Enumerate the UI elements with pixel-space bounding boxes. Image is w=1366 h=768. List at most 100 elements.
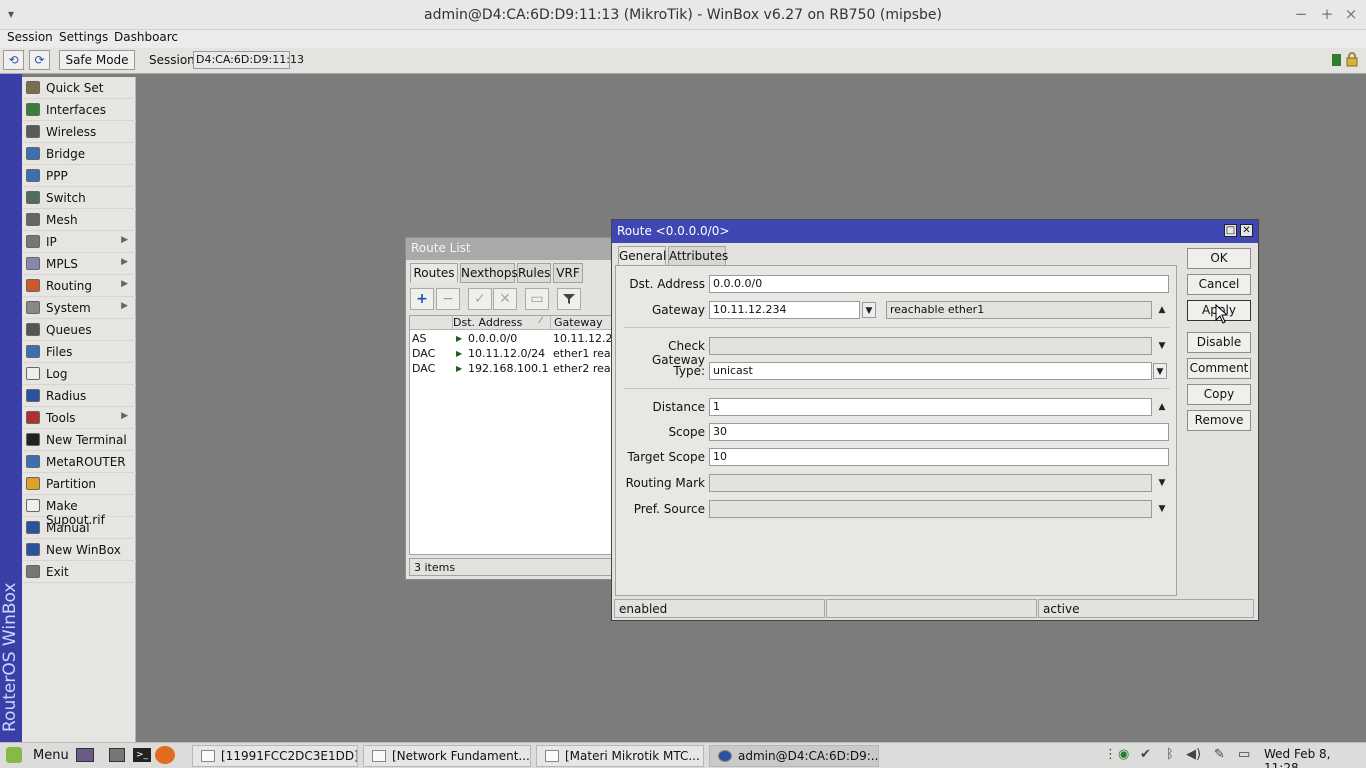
pref-source-input[interactable] bbox=[709, 500, 1152, 518]
sidebar-item-exit[interactable]: Exit bbox=[22, 561, 136, 583]
sidebar-item-interfaces[interactable]: Interfaces bbox=[22, 99, 136, 121]
sidebar-item-partition[interactable]: Partition bbox=[22, 473, 136, 495]
safe-mode-button[interactable]: Safe Mode bbox=[59, 50, 135, 70]
disable-icon[interactable]: ✕ bbox=[493, 288, 517, 310]
check-gateway-dropdown-icon[interactable]: ▼ bbox=[1155, 338, 1169, 354]
firefox-icon[interactable] bbox=[155, 746, 175, 764]
disable-button[interactable]: Disable bbox=[1187, 332, 1251, 353]
type-dropdown-icon[interactable]: ▼ bbox=[1153, 363, 1167, 379]
sidebar-item-routing[interactable]: Routing ▶ bbox=[22, 275, 136, 297]
dst-address-input[interactable]: 0.0.0.0/0 bbox=[709, 275, 1169, 293]
gateway-dropdown-icon[interactable]: ▼ bbox=[862, 302, 876, 318]
window-titlebar: ▾ admin@D4:CA:6D:D9:11:13 (MikroTik) - W… bbox=[0, 0, 1366, 30]
maximize-button[interactable]: + bbox=[1318, 5, 1336, 23]
dialog-close-icon[interactable]: ✕ bbox=[1240, 224, 1253, 237]
session-field[interactable]: D4:CA:6D:D9:11:13 bbox=[193, 51, 304, 69]
sidebar-item-quick-set[interactable]: Quick Set bbox=[22, 77, 136, 99]
shield-check-icon[interactable]: ✔ bbox=[1140, 747, 1151, 762]
sidebar-item-ppp[interactable]: PPP bbox=[22, 165, 136, 187]
route-dialog-title[interactable]: Route <0.0.0.0/0> bbox=[612, 220, 1258, 243]
battery-icon[interactable]: ▭ bbox=[1238, 747, 1250, 762]
pen-icon[interactable]: ✎ bbox=[1214, 747, 1225, 762]
cancel-button[interactable]: Cancel bbox=[1187, 274, 1251, 295]
column-dst-address[interactable]: Dst. Address bbox=[453, 316, 522, 329]
copy-button[interactable]: Copy bbox=[1187, 384, 1251, 405]
type-select[interactable]: unicast bbox=[709, 362, 1152, 380]
sidebar-item-files[interactable]: Files bbox=[22, 341, 136, 363]
add-icon[interactable]: + bbox=[410, 288, 434, 310]
task-pdf[interactable]: [11991FCC2DC3E1DD] bbox=[192, 745, 358, 767]
gateway-updown-icon[interactable]: ▲ bbox=[1155, 302, 1169, 318]
mint-menu-icon[interactable] bbox=[6, 747, 22, 763]
task-network-fundamentals[interactable]: [Network Fundament... bbox=[363, 745, 531, 767]
sidebar-item-new-terminal[interactable]: New Terminal bbox=[22, 429, 136, 451]
comment-button[interactable]: Comment bbox=[1187, 358, 1251, 379]
undo-button[interactable]: ⟲ bbox=[3, 50, 24, 70]
sidebar-item-log[interactable]: Log bbox=[22, 363, 136, 385]
ok-button[interactable]: OK bbox=[1187, 248, 1251, 269]
sidebar-item-manual[interactable]: Manual bbox=[22, 517, 136, 539]
tab-general[interactable]: General bbox=[618, 246, 666, 266]
dialog-maximize-icon[interactable]: □ bbox=[1224, 224, 1237, 237]
sidebar-item-label: Bridge bbox=[46, 147, 86, 161]
menu-session[interactable]: Session bbox=[7, 30, 53, 44]
scope-input[interactable]: 30 bbox=[709, 423, 1169, 441]
bluetooth-icon[interactable]: ᛒ bbox=[1166, 747, 1174, 762]
route-list-title[interactable]: Route List bbox=[406, 238, 619, 260]
filter-icon[interactable] bbox=[557, 288, 581, 310]
sidebar-item-switch[interactable]: Switch bbox=[22, 187, 136, 209]
ip-icon bbox=[26, 235, 40, 248]
sidebar-item-make-supout-rif[interactable]: Make Supout.rif bbox=[22, 495, 136, 527]
sidebar-item-ip[interactable]: IP ▶ bbox=[22, 231, 136, 253]
sidebar-item-mpls[interactable]: MPLS ▶ bbox=[22, 253, 136, 275]
check-gateway-input[interactable] bbox=[709, 337, 1152, 355]
workspace-icon[interactable] bbox=[76, 748, 94, 762]
route-flags: DAC bbox=[412, 362, 436, 375]
close-button[interactable]: × bbox=[1342, 5, 1360, 23]
comment-icon[interactable]: ▭ bbox=[525, 288, 549, 310]
pref-source-dropdown-icon[interactable]: ▼ bbox=[1155, 501, 1169, 517]
table-row[interactable]: DAC ▶ 192.168.100.1 ether2 reachable bbox=[410, 361, 617, 376]
target-scope-input[interactable]: 10 bbox=[709, 448, 1169, 466]
sidebar-item-mesh[interactable]: Mesh bbox=[22, 209, 136, 231]
redo-button[interactable]: ⟳ bbox=[29, 50, 50, 70]
network-globe-icon[interactable]: ◉ bbox=[1118, 747, 1129, 762]
volume-icon[interactable]: ◀) bbox=[1186, 747, 1201, 762]
sidebar-item-new-winbox[interactable]: New WinBox bbox=[22, 539, 136, 561]
remove-icon[interactable]: − bbox=[436, 288, 460, 310]
route-dialog[interactable]: Route <0.0.0.0/0> □ ✕ General Attributes… bbox=[611, 219, 1259, 621]
clock[interactable]: Wed Feb 8, 11:28 bbox=[1264, 747, 1366, 768]
tray-dots-icon[interactable]: ⋮ bbox=[1104, 747, 1117, 762]
menu-button[interactable]: Menu bbox=[33, 748, 69, 763]
sidebar-item-tools[interactable]: Tools ▶ bbox=[22, 407, 136, 429]
remove-button[interactable]: Remove bbox=[1187, 410, 1251, 431]
tab-rules[interactable]: Rules bbox=[517, 263, 551, 283]
routing-mark-dropdown-icon[interactable]: ▼ bbox=[1155, 475, 1169, 491]
column-gateway[interactable]: Gateway bbox=[554, 316, 603, 329]
sidebar-item-bridge[interactable]: Bridge bbox=[22, 143, 136, 165]
menu-dashboard[interactable]: Dashboarc bbox=[114, 30, 178, 44]
tab-attributes[interactable]: Attributes bbox=[668, 246, 728, 266]
tab-nexthops[interactable]: Nexthops bbox=[460, 263, 518, 283]
routing-mark-input[interactable] bbox=[709, 474, 1152, 492]
gateway-input[interactable]: 10.11.12.234 bbox=[709, 301, 860, 319]
menu-settings[interactable]: Settings bbox=[59, 30, 108, 44]
sidebar-item-radius[interactable]: Radius bbox=[22, 385, 136, 407]
sidebar-item-metarouter[interactable]: MetaROUTER bbox=[22, 451, 136, 473]
enable-icon[interactable]: ✓ bbox=[468, 288, 492, 310]
tab-routes[interactable]: Routes bbox=[410, 263, 458, 283]
task-materi-mikrotik[interactable]: [Materi Mikrotik MTC... bbox=[536, 745, 704, 767]
table-row[interactable]: AS ▶ 0.0.0.0/0 10.11.12.234 bbox=[410, 331, 617, 346]
sidebar-item-queues[interactable]: Queues bbox=[22, 319, 136, 341]
minimize-button[interactable]: − bbox=[1292, 5, 1310, 23]
tab-vrf[interactable]: VRF bbox=[553, 263, 583, 283]
files-icon[interactable] bbox=[109, 748, 125, 762]
task-winbox[interactable]: admin@D4:CA:6D:D9:... bbox=[709, 745, 879, 767]
terminal-icon[interactable]: >_ bbox=[133, 748, 151, 762]
sidebar-item-system[interactable]: System ▶ bbox=[22, 297, 136, 319]
distance-input[interactable]: 1 bbox=[709, 398, 1152, 416]
route-list-window[interactable]: Route List Routes Nexthops Rules VRF + −… bbox=[405, 237, 620, 580]
sidebar-item-wireless[interactable]: Wireless bbox=[22, 121, 136, 143]
distance-collapse-icon[interactable]: ▲ bbox=[1155, 399, 1169, 415]
table-row[interactable]: DAC ▶ 10.11.12.0/24 ether1 reachable bbox=[410, 346, 617, 361]
